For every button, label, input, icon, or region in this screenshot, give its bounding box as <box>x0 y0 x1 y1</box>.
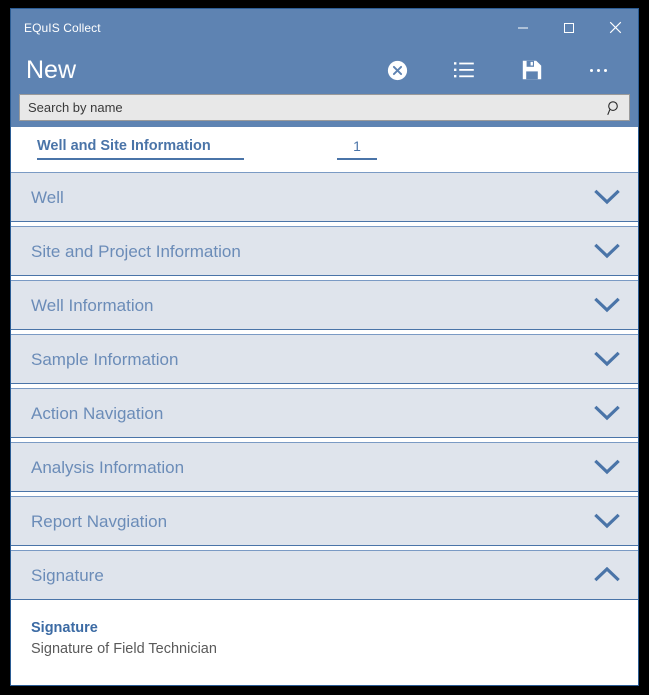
form-content: Well and Site Information 1 Well Site an… <box>11 127 638 685</box>
chevron-down-icon[interactable] <box>594 459 620 475</box>
section-title: Well <box>31 187 64 207</box>
list-icon <box>453 61 476 79</box>
section-title: Site and Project Information <box>31 241 241 261</box>
section-title: Report Navgiation <box>31 511 168 531</box>
tab-well-and-site-information[interactable]: Well and Site Information <box>37 139 244 161</box>
chevron-down-icon[interactable] <box>594 513 620 529</box>
maximize-icon <box>563 22 575 34</box>
page-title: New <box>26 55 77 84</box>
section-title: Signature <box>31 565 104 585</box>
cancel-button[interactable] <box>364 46 431 94</box>
more-button[interactable] <box>565 46 632 94</box>
section-well-information: Well Information <box>11 280 638 334</box>
search-bar[interactable] <box>19 94 630 121</box>
minimize-button[interactable] <box>500 9 546 46</box>
list-button[interactable] <box>431 46 498 94</box>
section-site-and-project-information: Site and Project Information <box>11 226 638 280</box>
section-signature: Signature Signature Signature of Field T… <box>11 550 638 671</box>
section-accordion: Well Site and Project Information Well I… <box>11 172 638 685</box>
chevron-down-icon[interactable] <box>594 351 620 367</box>
section-header-action-navigation[interactable]: Action Navigation <box>11 388 638 438</box>
field-label-signature: Signature <box>31 620 98 636</box>
section-header-report-navigation[interactable]: Report Navgiation <box>11 496 638 546</box>
section-title: Sample Information <box>31 349 179 369</box>
chevron-down-icon[interactable] <box>594 243 620 259</box>
section-header-well-information[interactable]: Well Information <box>11 280 638 330</box>
section-header-analysis-information[interactable]: Analysis Information <box>11 442 638 492</box>
section-sample-information: Sample Information <box>11 334 638 388</box>
minimize-icon <box>517 22 529 34</box>
chevron-up-icon[interactable] <box>594 567 620 583</box>
title-bar: EQuIS Collect <box>11 9 638 46</box>
close-icon <box>609 21 622 34</box>
chevron-down-icon[interactable] <box>594 189 620 205</box>
ellipsis-icon <box>590 68 607 72</box>
section-header-site-and-project-information[interactable]: Site and Project Information <box>11 226 638 276</box>
section-header-sample-information[interactable]: Sample Information <box>11 334 638 384</box>
chevron-down-icon[interactable] <box>594 405 620 421</box>
search-input[interactable] <box>20 95 629 120</box>
section-action-navigation: Action Navigation <box>11 388 638 442</box>
section-report-navigation: Report Navgiation <box>11 496 638 550</box>
field-description-signature: Signature of Field Technician <box>31 641 217 658</box>
window-controls <box>500 9 638 46</box>
close-button[interactable] <box>592 9 638 46</box>
maximize-button[interactable] <box>546 9 592 46</box>
tab-strip: Well and Site Information 1 <box>11 127 638 172</box>
section-header-signature[interactable]: Signature <box>11 550 638 600</box>
command-bar-actions <box>364 46 632 94</box>
section-header-well[interactable]: Well <box>11 172 638 222</box>
window-title: EQuIS Collect <box>24 20 101 35</box>
tab-record-count[interactable]: 1 <box>337 139 377 160</box>
section-title: Action Navigation <box>31 403 164 423</box>
section-title: Analysis Information <box>31 457 185 477</box>
search-bar-container <box>11 94 638 127</box>
search-icon[interactable] <box>607 100 622 115</box>
save-button[interactable] <box>498 46 565 94</box>
section-well: Well <box>11 172 638 226</box>
chevron-down-icon[interactable] <box>594 297 620 313</box>
section-body-signature: Signature Signature of Field Technician <box>11 604 638 671</box>
section-analysis-information: Analysis Information <box>11 442 638 496</box>
cancel-circle-icon <box>387 60 408 81</box>
save-floppy-icon <box>522 60 542 80</box>
application-window: EQuIS Collect New Search by name Well an… <box>10 8 639 686</box>
section-title: Well Information <box>31 295 154 315</box>
command-bar: New <box>11 46 638 94</box>
